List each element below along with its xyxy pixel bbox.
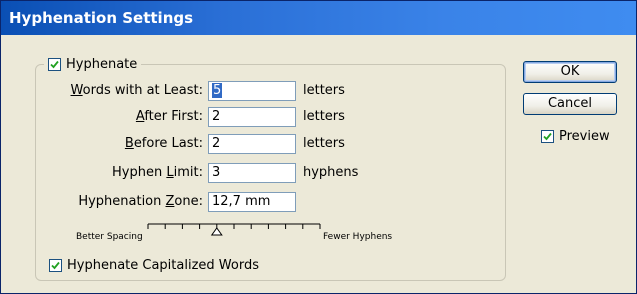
checkmark-icon <box>51 261 60 270</box>
spacing-slider[interactable] <box>146 219 322 241</box>
better-spacing-label: Better Spacing <box>76 232 143 242</box>
after-first-unit: letters <box>303 109 345 124</box>
cancel-button[interactable]: Cancel <box>523 93 617 115</box>
capitalized-label: Hyphenate Capitalized Words <box>67 258 259 273</box>
checkmark-icon <box>50 60 59 68</box>
words-min-label: Words with at Least: <box>70 83 203 98</box>
hyphenate-checkbox[interactable] <box>48 57 61 71</box>
hyphen-limit-input[interactable]: 3 <box>208 163 296 183</box>
after-first-label: After First: <box>135 109 203 124</box>
fewer-hyphens-label: Fewer Hyphens <box>323 232 393 242</box>
after-first-input[interactable]: 2 <box>208 107 296 127</box>
before-last-unit: letters <box>303 136 345 151</box>
before-last-label: Before Last: <box>124 136 203 151</box>
words-min-input[interactable]: 5 <box>208 81 296 101</box>
hyphenate-label: Hyphenate <box>66 56 138 72</box>
preview-checkbox-row[interactable]: Preview <box>541 129 610 144</box>
capitalized-checkbox-row[interactable]: Hyphenate Capitalized Words <box>49 258 259 273</box>
preview-label: Preview <box>559 129 610 144</box>
slider-thumb-icon <box>210 227 223 236</box>
before-last-input[interactable]: 2 <box>208 134 296 154</box>
hyphen-limit-unit: hyphens <box>303 165 359 180</box>
hyphen-limit-label: Hyphen Limit: <box>112 165 203 180</box>
words-min-unit: letters <box>303 83 345 98</box>
preview-checkbox[interactable] <box>541 130 554 143</box>
hyphenation-settings-dialog: Hyphenation Settings Hyphenate Words wit… <box>0 0 637 294</box>
hyphenation-zone-label: Hyphenation Zone: <box>78 194 203 209</box>
hyphenation-zone-input[interactable]: 12,7 mm <box>208 192 296 212</box>
checkmark-icon <box>543 132 552 141</box>
ok-button[interactable]: OK <box>523 61 617 83</box>
dialog-title: Hyphenation Settings <box>1 1 636 35</box>
capitalized-checkbox[interactable] <box>49 259 62 272</box>
hyphenate-checkbox-row[interactable]: Hyphenate <box>44 54 142 74</box>
